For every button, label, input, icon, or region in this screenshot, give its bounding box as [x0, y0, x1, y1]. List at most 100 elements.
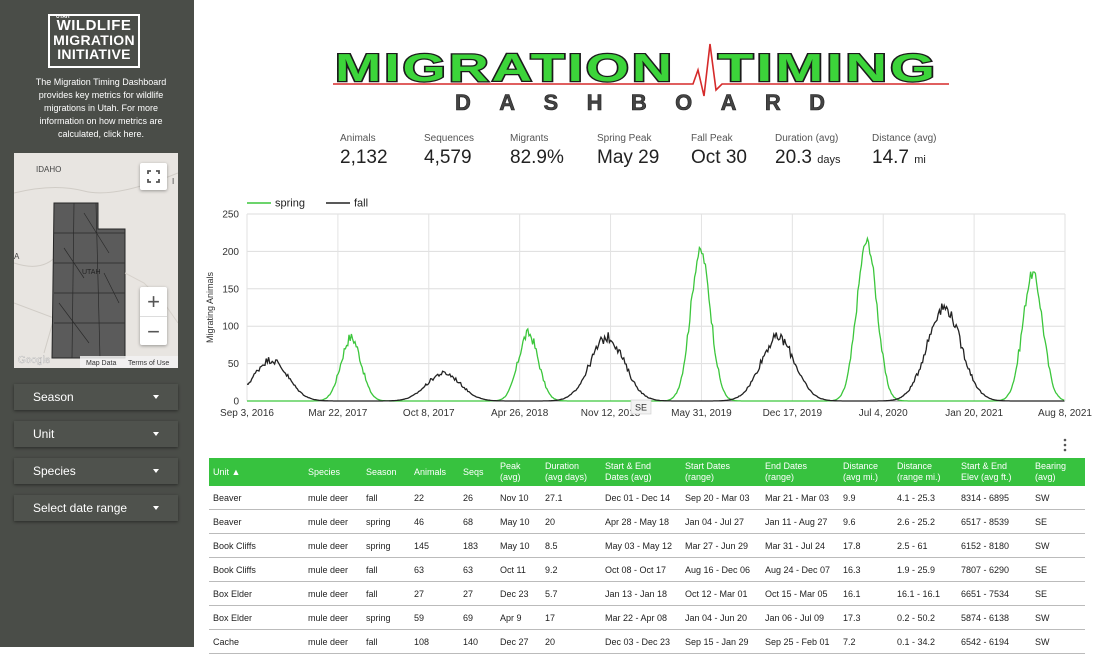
- table-row[interactable]: Book Cliffs mule deer fall 63 63 Oct 11 9.2 Oct…: [209, 557, 1085, 582]
- species-dropdown-label: Species: [33, 464, 76, 478]
- intro-text[interactable]: The Migration Timing Dashboard provides …: [22, 76, 180, 141]
- x-tick-label: Jul 4, 2020: [859, 408, 908, 419]
- column-header[interactable]: Start & End Dates (avg): [601, 458, 681, 486]
- table-cell: SE: [1031, 557, 1085, 582]
- y-tick-label: 100: [222, 322, 239, 333]
- chevron-down-icon: [153, 432, 159, 436]
- column-header[interactable]: Seqs: [459, 458, 496, 486]
- x-tick-label: May 31, 2019: [671, 408, 732, 419]
- species-dropdown[interactable]: Species: [14, 458, 178, 484]
- utah-map[interactable]: IDAHO UTAH A I Google Map Data Terms of …: [14, 153, 178, 368]
- table-cell: 63: [459, 557, 496, 582]
- table-cell: Nov 10: [496, 486, 541, 510]
- vertical-dots-icon[interactable]: [1060, 437, 1070, 453]
- migration-metrics-table: Unit ▲ Species Season Animals Seqs Peak (avg)…: [209, 458, 1085, 654]
- series-line-fall[interactable]: [247, 303, 1065, 402]
- table-cell: 0.1 - 34.2: [893, 629, 957, 654]
- table-cell: SE: [1031, 509, 1085, 534]
- table-cell: Mar 27 - Jun 29: [681, 533, 761, 558]
- map-label-a: A: [14, 252, 20, 261]
- table-cell: 16.1: [839, 581, 893, 606]
- column-header[interactable]: Start Dates (range): [681, 458, 761, 486]
- zoom-out-button[interactable]: −: [140, 316, 167, 346]
- hover-tooltip-text: SE: [635, 403, 647, 413]
- column-header[interactable]: Animals: [410, 458, 459, 486]
- kpi-migrants: Migrants 82.9%: [510, 133, 564, 169]
- fullscreen-button[interactable]: [140, 163, 167, 190]
- table-cell: Jan 13 - Jan 18: [601, 581, 681, 606]
- kpi-fall-peak: Fall Peak Oct 30: [691, 133, 747, 169]
- table-cell: Sep 20 - Mar 03: [681, 486, 761, 510]
- season-dropdown[interactable]: Season: [14, 384, 178, 410]
- table-cell: fall: [362, 629, 410, 654]
- kpi-sequences: Sequences 4,579: [424, 133, 474, 169]
- table-cell: 8.5: [541, 533, 601, 558]
- column-header[interactable]: Peak (avg): [496, 458, 541, 486]
- table-row[interactable]: Box Elder mule deer fall 27 27 Dec 23 5.7 Jan 1…: [209, 581, 1085, 606]
- table-cell: Oct 11: [496, 557, 541, 582]
- x-tick-label: Apr 26, 2018: [491, 408, 549, 419]
- table-cell: 145: [410, 533, 459, 558]
- map-label-i: I: [172, 177, 174, 186]
- column-header[interactable]: Distance (range mi.): [893, 458, 957, 486]
- logo-line-3: INITIATIVE: [57, 46, 131, 62]
- column-header[interactable]: End Dates (range): [761, 458, 839, 486]
- table-row[interactable]: Book Cliffs mule deer spring 145 183 May 10 8.…: [209, 533, 1085, 558]
- y-tick-label: 50: [228, 359, 240, 370]
- kpi-animals: Animals 2,132: [340, 133, 388, 169]
- table-row[interactable]: Beaver mule deer fall 22 26 Nov 10 27.1 Dec 01 …: [209, 486, 1085, 510]
- table-cell: Box Elder: [209, 581, 304, 606]
- column-header-sortable[interactable]: Unit ▲: [209, 458, 304, 486]
- table-cell: 68: [459, 509, 496, 534]
- table-cell: fall: [362, 557, 410, 582]
- table-cell: 20: [541, 629, 601, 654]
- unit-dropdown[interactable]: Unit: [14, 421, 178, 447]
- table-cell: 183: [459, 533, 496, 558]
- date-range-dropdown-label: Select date range: [33, 501, 128, 515]
- table-cell: Box Elder: [209, 605, 304, 630]
- column-header[interactable]: Bearing (avg): [1031, 458, 1085, 486]
- table-cell: 6517 - 8539: [957, 509, 1031, 534]
- table-cell: Book Cliffs: [209, 557, 304, 582]
- table-cell: 26: [459, 486, 496, 510]
- x-tick-label: Mar 22, 2017: [308, 408, 367, 419]
- table-cell: Cache: [209, 629, 304, 654]
- table-cell: 9.9: [839, 486, 893, 510]
- table-cell: 8314 - 6895: [957, 486, 1031, 510]
- series-line-spring[interactable]: [247, 236, 1065, 402]
- table-row[interactable]: Box Elder mule deer spring 59 69 Apr 9 17 Mar 2…: [209, 605, 1085, 630]
- kpi-spring-peak: Spring Peak May 29: [597, 133, 659, 169]
- table-cell: SW: [1031, 629, 1085, 654]
- table-cell: May 10: [496, 509, 541, 534]
- y-tick-label: 200: [222, 247, 239, 258]
- terms-of-use-link[interactable]: Terms of Use: [128, 360, 169, 367]
- column-header[interactable]: Duration (avg days): [541, 458, 601, 486]
- logo-small-text: UTAH: [56, 14, 70, 20]
- column-header[interactable]: Species: [304, 458, 362, 486]
- kpi-label: Duration (avg): [775, 133, 839, 144]
- season-dropdown-label: Season: [33, 390, 74, 404]
- title-dashboard: DASHBOARD: [455, 90, 825, 115]
- date-range-dropdown[interactable]: Select date range: [14, 495, 178, 521]
- table-row[interactable]: Beaver mule deer spring 46 68 May 10 20 Apr 28 …: [209, 509, 1085, 534]
- wildlife-migration-initiative-logo[interactable]: UTAH WILDLIFE MIGRATION INITIATIVE: [48, 14, 140, 68]
- legend-label[interactable]: spring: [275, 198, 305, 210]
- table-cell: Mar 31 - Jul 24: [761, 533, 839, 558]
- legend-label[interactable]: fall: [354, 198, 368, 210]
- chevron-down-icon: [153, 469, 159, 473]
- column-header[interactable]: Season: [362, 458, 410, 486]
- table-cell: Dec 03 - Dec 23: [601, 629, 681, 654]
- table-cell: 17.3: [839, 605, 893, 630]
- map-data-link[interactable]: Map Data: [86, 360, 116, 367]
- kpi-unit: mi: [914, 154, 926, 166]
- x-tick-label: Jan 20, 2021: [945, 408, 1003, 419]
- column-header[interactable]: Distance (avg mi.): [839, 458, 893, 486]
- map-label-utah: UTAH: [82, 269, 101, 276]
- migration-timing-chart[interactable]: 0 50 100 150 200 250 Sep 3, 2016 Mar 22, 2017 Oc…: [200, 192, 1095, 424]
- table-row[interactable]: Cache mule deer fall 108 140 Dec 27 20 Dec 03 -…: [209, 629, 1085, 654]
- kpi-label: Fall Peak: [691, 133, 733, 144]
- zoom-in-button[interactable]: +: [140, 287, 167, 316]
- column-header[interactable]: Start & End Elev (avg ft.): [957, 458, 1031, 486]
- chevron-down-icon: [153, 506, 159, 510]
- table-cell: 17.8: [839, 533, 893, 558]
